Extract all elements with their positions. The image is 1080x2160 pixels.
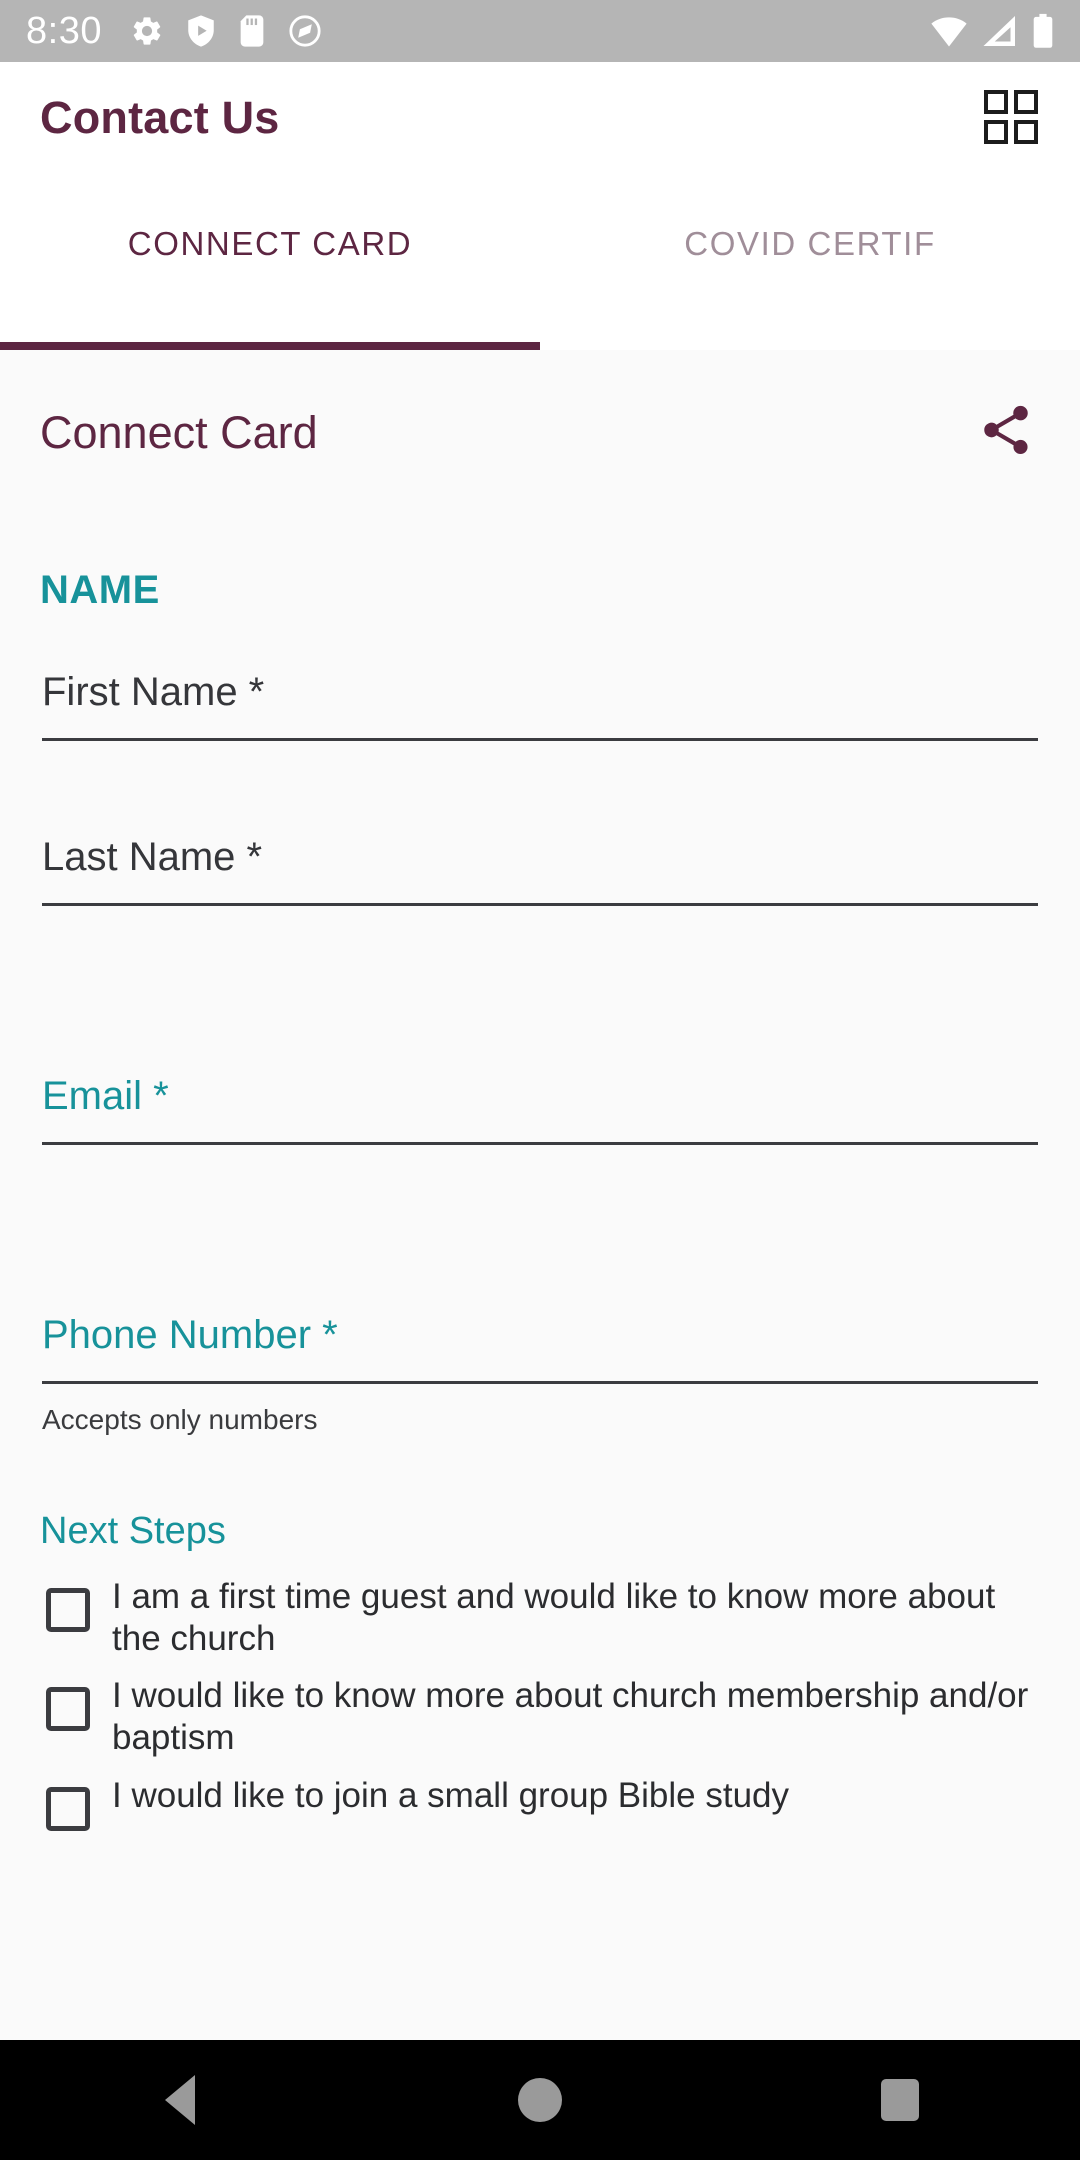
- checkbox-row[interactable]: I would like to know more about church m…: [46, 1671, 1040, 1758]
- email-field[interactable]: Email *: [0, 1076, 1080, 1145]
- wifi-icon: [931, 17, 967, 47]
- email-underline: [42, 1142, 1038, 1145]
- grid-cell: [1014, 90, 1038, 114]
- grid-view-icon: [984, 90, 1038, 144]
- android-nav-bar: [0, 2040, 1080, 2160]
- status-time: 8:30: [26, 10, 102, 52]
- back-icon: [165, 2075, 195, 2125]
- home-icon: [518, 2078, 562, 2122]
- checkbox-row[interactable]: I would like to join a small group Bible…: [46, 1771, 1040, 1831]
- checkbox-unchecked-icon[interactable]: [46, 1786, 90, 1831]
- last-name-underline: [42, 903, 1038, 906]
- phone-number-placeholder: Phone Number *: [42, 1313, 338, 1357]
- tab-connect-card-label: CONNECT CARD: [127, 225, 413, 262]
- battery-icon: [1033, 13, 1053, 48]
- cellular-signal-icon: [983, 16, 1015, 46]
- share-button[interactable]: [966, 390, 1046, 470]
- app-bar: Contact Us: [0, 62, 1080, 172]
- checkbox-label: I would like to join a small group Bible…: [112, 1775, 790, 1815]
- next-steps-checkbox-list: I am a first time guest and would like t…: [0, 1572, 1080, 1831]
- first-name-underline: [42, 738, 1038, 741]
- grid-cell: [1014, 120, 1038, 144]
- nav-home-button[interactable]: [480, 2040, 600, 2160]
- checkbox-unchecked-icon[interactable]: [46, 1588, 90, 1632]
- tab-connect-card[interactable]: CONNECT CARD: [0, 172, 540, 350]
- section-label-next-steps: Next Steps: [40, 1510, 226, 1552]
- grid-cell: [984, 120, 1008, 144]
- app-screen: 8:30 Contact Us CONNECT CARD COVID CERTI…: [0, 0, 1080, 2160]
- nav-back-button[interactable]: [120, 2040, 240, 2160]
- sd-card-icon: [240, 15, 264, 47]
- form-scroll-area[interactable]: Connect Card NAME First Name * Last Name…: [0, 350, 1080, 2040]
- email-placeholder: Email *: [42, 1074, 169, 1118]
- checkbox-row[interactable]: I am a first time guest and would like t…: [46, 1572, 1040, 1659]
- card-header: Connect Card: [0, 350, 1080, 470]
- tab-active-indicator: [0, 342, 540, 350]
- recents-icon: [881, 2079, 919, 2121]
- share-icon: [984, 405, 1028, 455]
- grid-cell: [984, 90, 1008, 114]
- checkbox-label: I am a first time guest and would like t…: [112, 1577, 996, 1658]
- tab-covid-certif[interactable]: COVID CERTIF: [540, 172, 1080, 350]
- page-title: Contact Us: [40, 91, 280, 143]
- last-name-field[interactable]: Last Name *: [0, 837, 1080, 906]
- sync-circle-icon: [289, 15, 321, 47]
- status-right-icons: [930, 13, 1054, 49]
- status-bar: 8:30: [0, 0, 1080, 62]
- card-title: Connect Card: [40, 406, 318, 458]
- tab-bar: CONNECT CARD COVID CERTIF: [0, 172, 1080, 350]
- nav-recents-button[interactable]: [840, 2040, 960, 2160]
- tab-covid-certif-label: COVID CERTIF: [684, 225, 936, 262]
- last-name-placeholder: Last Name *: [42, 835, 263, 879]
- checkbox-unchecked-icon[interactable]: [46, 1687, 90, 1732]
- status-left-icons: [130, 14, 322, 48]
- grid-view-button[interactable]: [976, 82, 1046, 152]
- section-label-name: NAME: [40, 568, 160, 612]
- first-name-placeholder: First Name *: [42, 670, 265, 714]
- phone-number-helper-text: Accepts only numbers: [42, 1404, 318, 1435]
- checkbox-label: I would like to know more about church m…: [112, 1676, 1029, 1757]
- play-shield-icon: [188, 15, 214, 47]
- phone-number-field[interactable]: Phone Number * Accepts only numbers: [0, 1315, 1080, 1434]
- settings-gear-icon: [133, 17, 161, 45]
- phone-number-underline: [42, 1381, 1038, 1384]
- first-name-field[interactable]: First Name *: [0, 672, 1080, 741]
